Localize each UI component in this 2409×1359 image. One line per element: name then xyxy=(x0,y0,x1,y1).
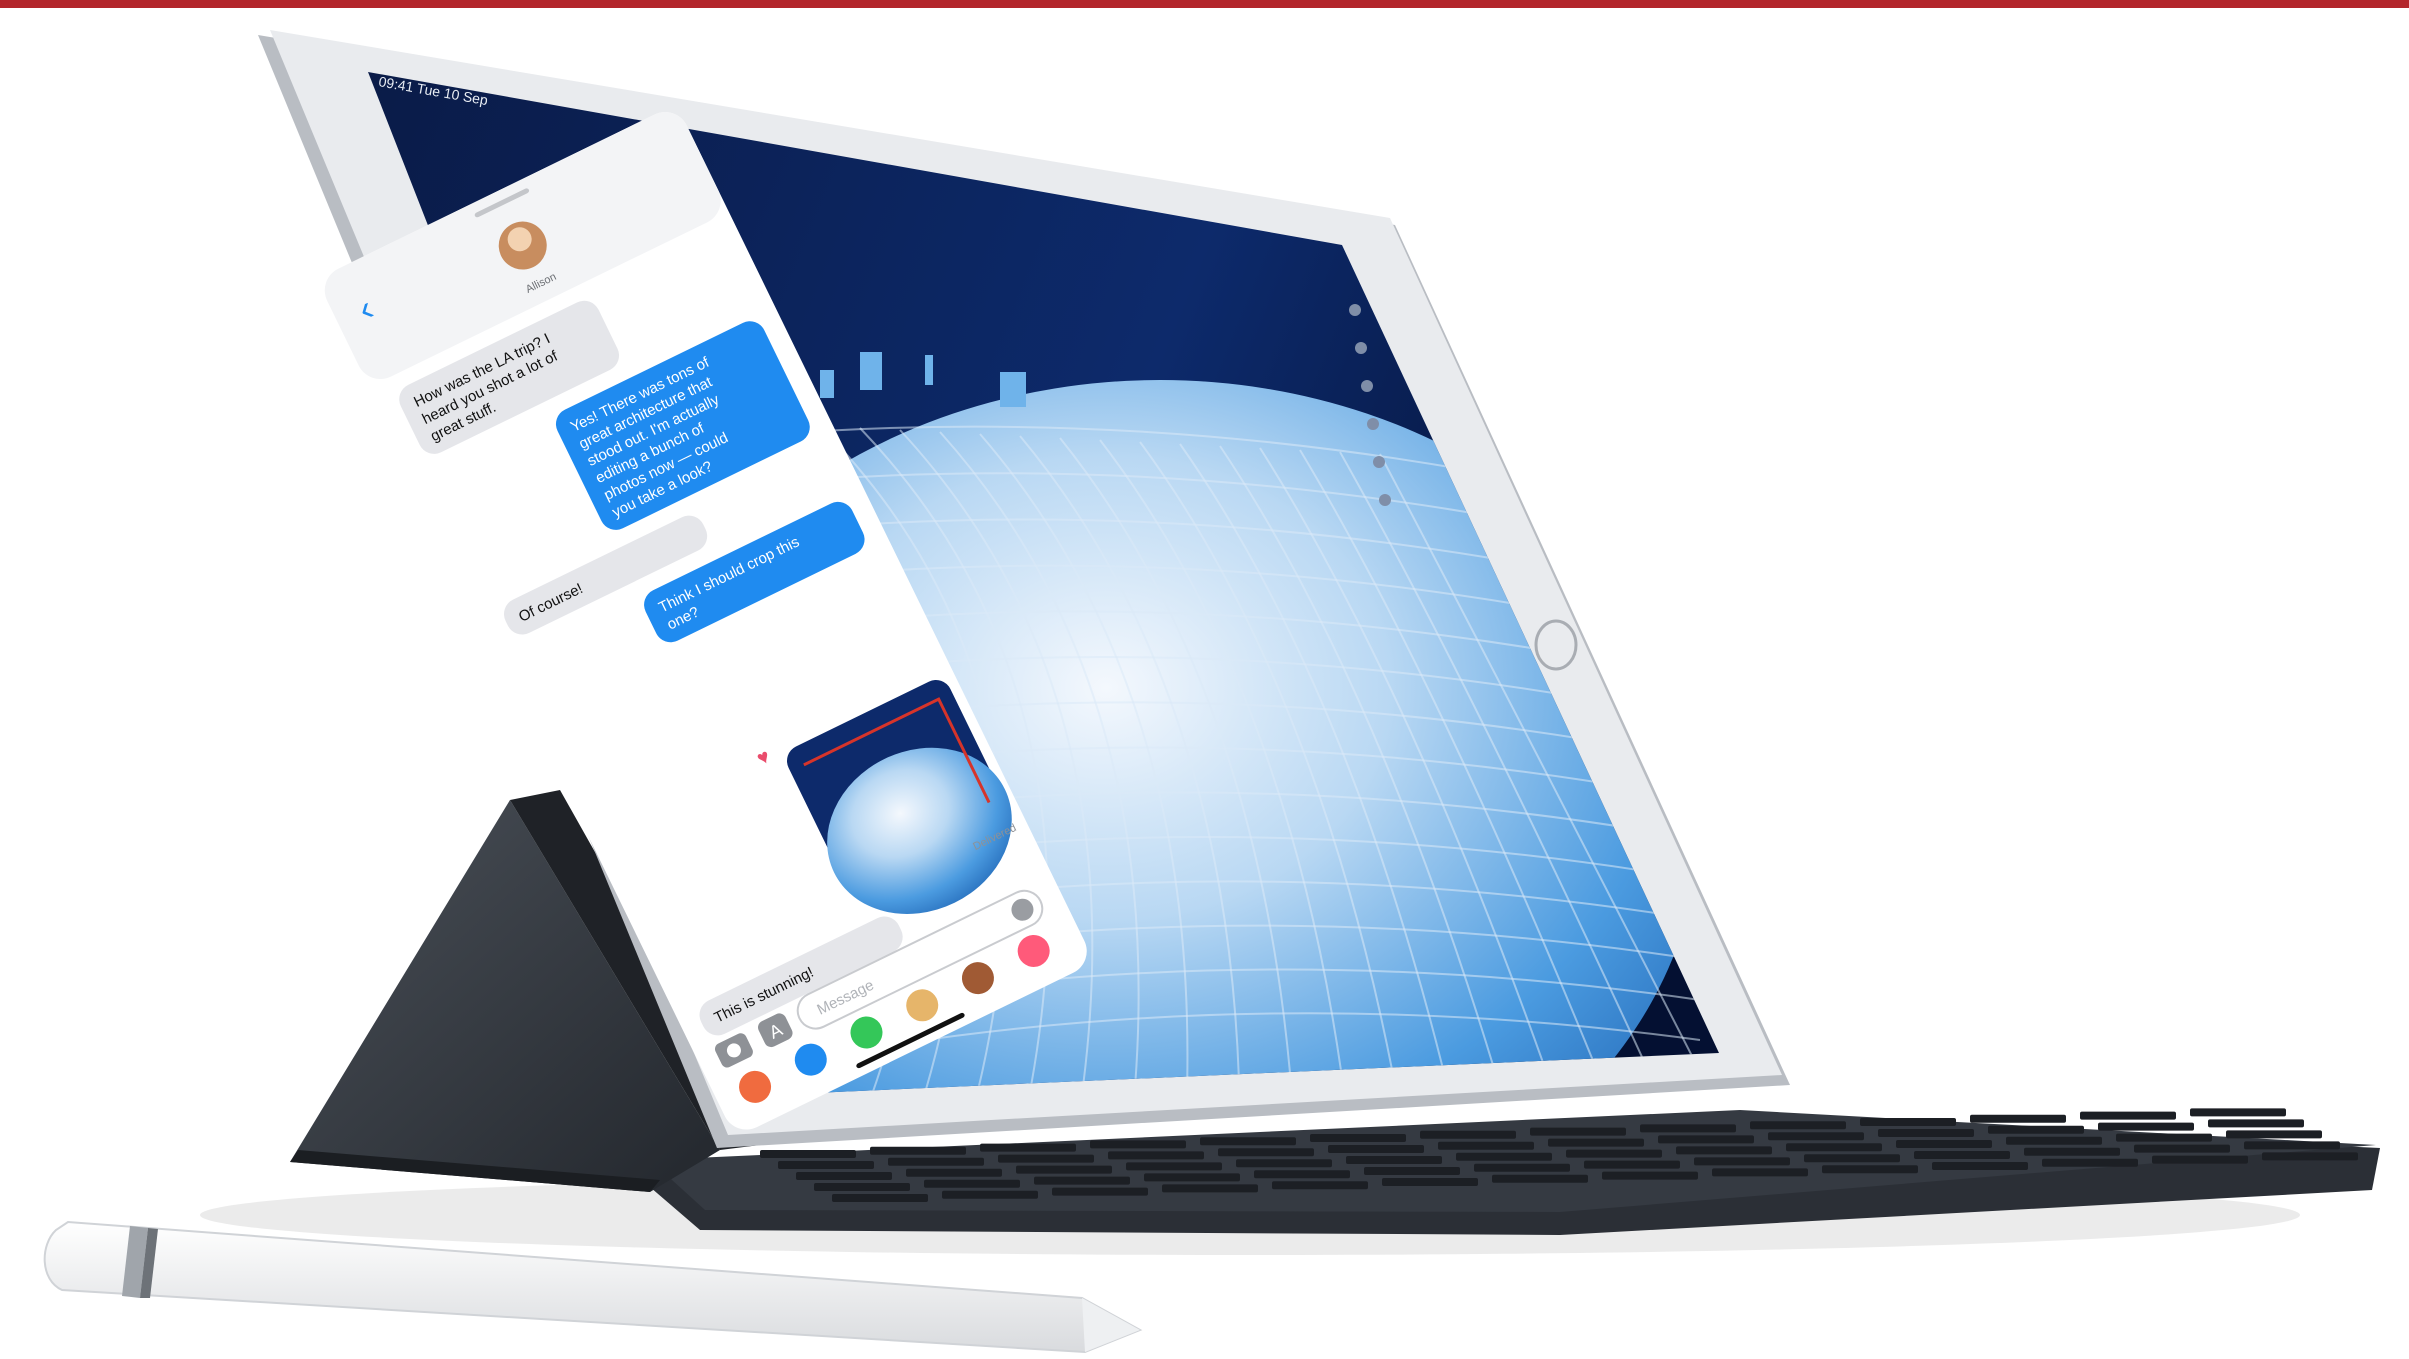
keyboard-key xyxy=(2152,1155,2248,1164)
keyboard-key xyxy=(888,1157,984,1166)
keyboard-key xyxy=(2244,1141,2340,1150)
keyboard-key xyxy=(1420,1130,1516,1139)
keyboard-key xyxy=(2098,1122,2194,1131)
keyboard-key xyxy=(1860,1118,1956,1126)
keyboard-key xyxy=(1272,1181,1368,1190)
keyboard-key xyxy=(1602,1171,1698,1180)
keyboard-key xyxy=(1108,1151,1204,1160)
keyboard-key xyxy=(1382,1178,1478,1186)
keyboard-key xyxy=(2080,1111,2176,1120)
keyboard-key xyxy=(1914,1151,2010,1159)
keyboard-key xyxy=(1052,1187,1148,1196)
edit-tool-icon[interactable] xyxy=(1349,304,1361,316)
keyboard-key xyxy=(2208,1119,2304,1128)
keyboard-key xyxy=(1786,1143,1882,1152)
keyboard-key xyxy=(1658,1135,1754,1144)
edit-tool-icon[interactable] xyxy=(1379,494,1391,506)
keyboard-key xyxy=(2006,1136,2102,1145)
keyboard-key xyxy=(942,1190,1038,1199)
edit-tool-icon[interactable] xyxy=(1367,418,1379,430)
keyboard-key xyxy=(1640,1124,1736,1133)
keyboard-key xyxy=(870,1146,966,1155)
keyboard-key xyxy=(1474,1163,1570,1172)
keyboard-key xyxy=(1988,1125,2084,1134)
keyboard-key xyxy=(2042,1158,2138,1167)
keyboard-key xyxy=(1970,1114,2066,1123)
keyboard-key xyxy=(1346,1156,1442,1164)
keyboard-key xyxy=(2116,1133,2212,1142)
keyboard-key xyxy=(1804,1154,1900,1163)
keyboard-key xyxy=(2262,1152,2358,1161)
keyboard-key xyxy=(1932,1162,2028,1170)
keyboard-key xyxy=(1750,1121,1846,1130)
keyboard-key xyxy=(2226,1130,2322,1139)
keyboard-key xyxy=(1566,1149,1662,1158)
keyboard-key xyxy=(1712,1168,1808,1177)
keyboard-key xyxy=(796,1172,892,1180)
keyboard-key xyxy=(1676,1146,1772,1155)
keyboard-key xyxy=(1090,1140,1186,1149)
keyboard-key xyxy=(1254,1170,1350,1179)
keyboard-key xyxy=(1034,1176,1130,1185)
keyboard-key xyxy=(1896,1140,1992,1148)
keyboard-key xyxy=(1162,1184,1258,1193)
edit-tool-icon[interactable] xyxy=(1361,380,1373,392)
edit-tool-icon[interactable] xyxy=(1373,456,1385,468)
keyboard-key xyxy=(1456,1152,1552,1161)
keyboard-key xyxy=(1310,1134,1406,1142)
edit-tool-icon[interactable] xyxy=(1355,342,1367,354)
keyboard-key xyxy=(1694,1157,1790,1166)
keyboard-key xyxy=(1768,1132,1864,1141)
keyboard-key xyxy=(924,1179,1020,1188)
top-banner-strip xyxy=(0,0,2409,8)
keyboard-key xyxy=(1218,1148,1314,1157)
keyboard-key xyxy=(1438,1141,1534,1150)
keyboard-key xyxy=(1492,1174,1588,1183)
keyboard-key xyxy=(1236,1159,1332,1168)
keyboard-key xyxy=(814,1183,910,1191)
product-scene: 09:41 Tue 10 Sep ‹ Allison How was the L… xyxy=(0,0,2409,1354)
keyboard-key xyxy=(832,1194,928,1202)
keyboard-key xyxy=(1144,1173,1240,1182)
keyboard-key xyxy=(2024,1147,2120,1156)
keyboard-key xyxy=(1530,1127,1626,1136)
keyboard-key xyxy=(1548,1138,1644,1147)
keyboard-key xyxy=(906,1168,1002,1177)
keyboard-key xyxy=(2134,1144,2230,1153)
keyboard-key xyxy=(1822,1165,1918,1174)
keyboard-key xyxy=(998,1154,1094,1163)
keyboard-key xyxy=(760,1150,856,1158)
keyboard-key xyxy=(1584,1160,1680,1169)
keyboard-key xyxy=(1016,1165,1112,1174)
keyboard-key xyxy=(1364,1167,1460,1175)
keyboard-key xyxy=(778,1161,874,1169)
keyboard-key xyxy=(980,1143,1076,1152)
keyboard-key xyxy=(1878,1129,1974,1137)
keyboard-key xyxy=(1200,1137,1296,1146)
keyboard-key xyxy=(2190,1108,2286,1117)
keyboard-key xyxy=(1126,1162,1222,1171)
keyboard-key xyxy=(1328,1145,1424,1153)
